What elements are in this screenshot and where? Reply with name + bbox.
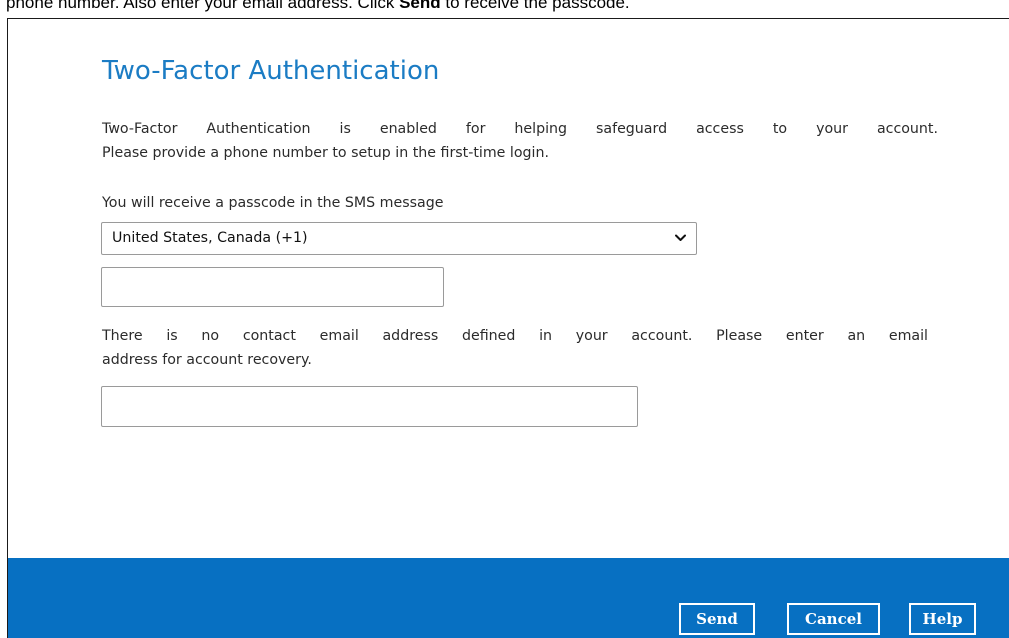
page: phone number. Also enter your email addr… [0, 0, 1009, 638]
instruction-caption: phone number. Also enter your email addr… [6, 0, 630, 13]
email-note: There is no contact email address define… [102, 324, 928, 372]
cancel-button[interactable]: Cancel [787, 603, 880, 635]
send-button[interactable]: Send [679, 603, 755, 635]
email-address-input[interactable] [101, 386, 638, 427]
caption-text-before: phone number. Also enter your email addr… [6, 0, 400, 12]
chevron-down-icon [675, 234, 686, 241]
caption-text-bold: Send [399, 0, 441, 12]
email-note-line-1: There is no contact email address define… [102, 328, 928, 344]
sms-label: You will receive a passcode in the SMS m… [102, 195, 444, 211]
email-note-line-2: address for account recovery. [102, 352, 312, 368]
help-button[interactable]: Help [909, 603, 976, 635]
intro-text: Two-Factor Authentication is enabled for… [102, 117, 938, 165]
caption-text-after: to receive the passcode. [440, 0, 630, 12]
intro-line-1: Two-Factor Authentication is enabled for… [102, 121, 938, 137]
country-code-selected-value: United States, Canada (+1) [112, 230, 308, 246]
country-code-select[interactable]: United States, Canada (+1) [101, 222, 697, 255]
phone-number-input[interactable] [101, 267, 444, 307]
intro-line-2: Please provide a phone number to setup i… [102, 145, 549, 161]
dialog-footer: Send Cancel Help [8, 558, 1009, 638]
two-factor-dialog: Two-Factor Authentication Two-Factor Aut… [7, 18, 1009, 638]
dialog-title: Two-Factor Authentication [102, 56, 440, 86]
